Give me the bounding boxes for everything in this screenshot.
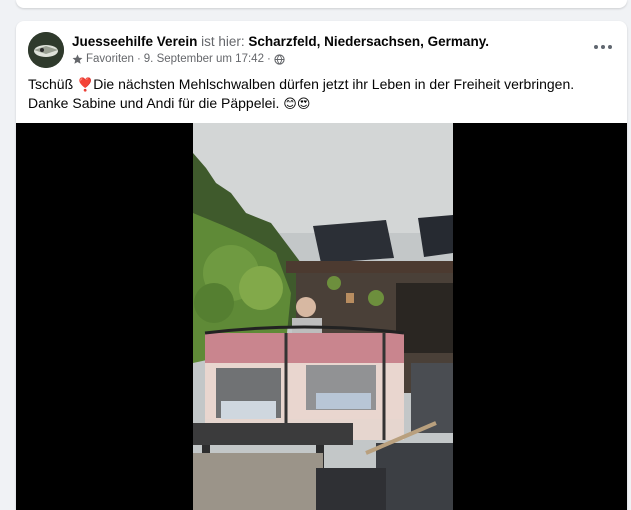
avatar[interactable]	[28, 32, 64, 68]
location-link[interactable]: Scharzfeld, Niedersachsen, Germany.	[248, 34, 489, 49]
post-timestamp[interactable]: 9. September um 17:42	[144, 53, 264, 65]
smile-emoji: 😊😍	[283, 96, 311, 111]
star-icon	[72, 54, 83, 64]
post-card: Juesseehilfe Verein ist hier: Scharzfeld…	[16, 21, 627, 510]
previous-post-card	[16, 0, 627, 8]
post-text: Tschüß ❣️Die nächsten Mehlschwalben dürf…	[28, 75, 618, 113]
heart-emoji: ❣️	[77, 77, 94, 92]
post-meta: Favoriten · 9. September um 17:42 ·	[72, 53, 285, 65]
more-options-icon[interactable]	[591, 35, 615, 59]
audience-label[interactable]: Favoriten	[86, 53, 134, 65]
post-text-start: Tschüß	[28, 76, 78, 92]
meta-separator-2: ·	[266, 53, 271, 65]
post-header: Juesseehilfe Verein ist hier: Scharzfeld…	[72, 34, 489, 49]
video-frame	[193, 123, 453, 510]
globe-icon[interactable]	[274, 53, 285, 65]
video-player[interactable]	[16, 123, 627, 510]
location-prefix: ist hier:	[197, 34, 249, 49]
author-name[interactable]: Juesseehilfe Verein	[72, 34, 197, 49]
meta-separator: ·	[136, 53, 141, 65]
